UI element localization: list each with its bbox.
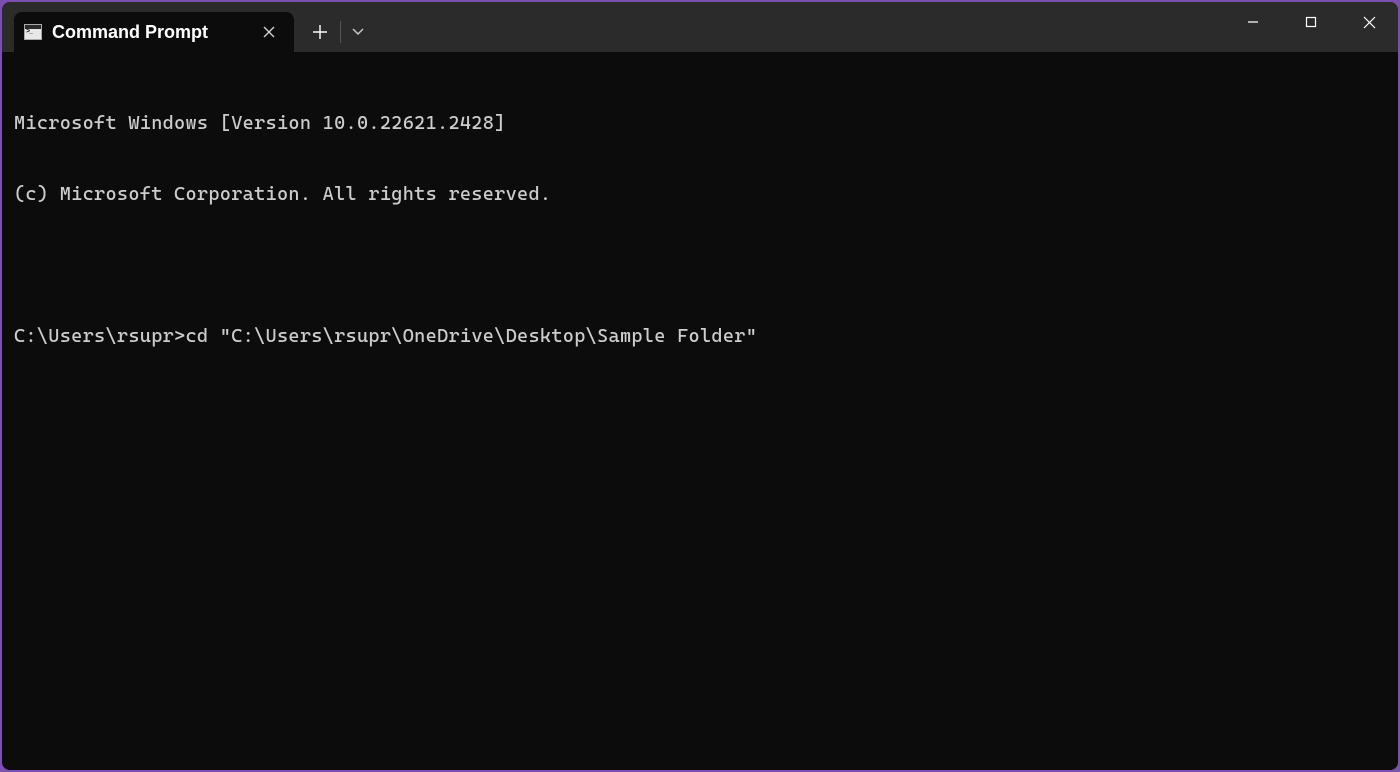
terminal-window: Command Prompt [2,2,1398,770]
minimize-icon [1247,16,1259,28]
command-text: cd "C:\Users\rsupr\OneDrive\Desktop\Samp… [186,325,758,347]
close-tab-button[interactable] [258,21,280,43]
prompt-text: C:\Users\rsupr> [14,325,186,347]
x-icon [263,26,275,38]
divider [340,21,341,43]
maximize-icon [1305,16,1317,28]
titlebar[interactable]: Command Prompt [2,2,1398,52]
tab-actions [294,12,373,52]
version-line: Microsoft Windows [Version 10.0.22621.24… [14,112,1386,136]
copyright-line: (c) Microsoft Corporation. All rights re… [14,183,1386,207]
maximize-button[interactable] [1282,2,1340,42]
tab-dropdown-button[interactable] [343,14,373,50]
cmd-icon [24,24,42,40]
tab-title: Command Prompt [52,22,248,43]
close-window-button[interactable] [1340,2,1398,42]
tabs-area: Command Prompt [2,2,373,52]
close-icon [1363,16,1376,29]
tab-command-prompt[interactable]: Command Prompt [14,12,294,52]
blank-line [14,254,1386,278]
new-tab-button[interactable] [302,14,338,50]
prompt-line: C:\Users\rsupr>cd "C:\Users\rsupr\OneDri… [14,325,1386,349]
terminal-output[interactable]: Microsoft Windows [Version 10.0.22621.24… [2,52,1398,770]
minimize-button[interactable] [1224,2,1282,42]
chevron-down-icon [352,28,364,36]
plus-icon [313,25,327,39]
window-controls [1224,2,1398,42]
